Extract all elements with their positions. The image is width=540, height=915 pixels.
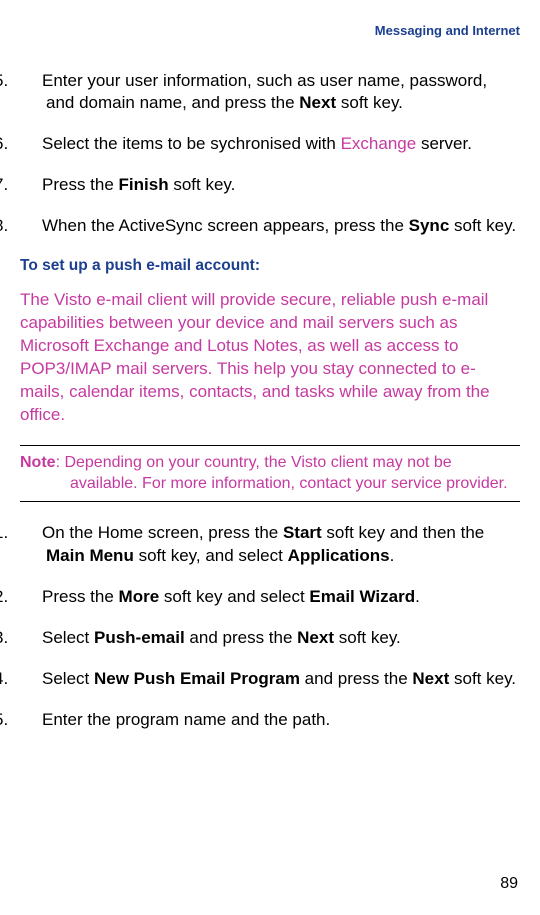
step-text: soft key. — [449, 669, 516, 688]
step-bold: Applications — [288, 546, 390, 565]
step-bold: Main Menu — [46, 546, 134, 565]
step-text: soft key. — [169, 175, 236, 194]
header-title: Messaging and Internet — [375, 23, 520, 38]
step-number: 8. — [20, 215, 42, 238]
step-bold: New Push Email Program — [94, 669, 300, 688]
step-text: Select the items to be sychronised with — [42, 134, 341, 153]
step-bold: Sync — [409, 216, 450, 235]
step-number: 4. — [20, 668, 42, 691]
step-text: Enter your user information, such as use… — [42, 71, 487, 113]
step-bold: Next — [412, 669, 449, 688]
step-bold: Next — [299, 93, 336, 112]
intro-paragraph: The Visto e-mail client will provide sec… — [20, 289, 520, 427]
step-text: Enter the program name and the path. — [42, 710, 330, 729]
step-bold: Start — [283, 523, 322, 542]
step-bold: More — [119, 587, 160, 606]
step-text: Press the — [42, 587, 119, 606]
page-header: Messaging and Internet — [20, 22, 520, 40]
step-text: soft key. — [336, 93, 403, 112]
step-text: soft key, and select — [134, 546, 288, 565]
step-text: . — [415, 587, 420, 606]
step-item: 1.On the Home screen, press the Start so… — [20, 522, 520, 568]
step-text: soft key and select — [159, 587, 309, 606]
step-number: 1. — [20, 522, 42, 545]
step-item: 5.Enter your user information, such as u… — [20, 70, 520, 116]
steps-list-b: 1.On the Home screen, press the Start so… — [20, 522, 520, 732]
page-number: 89 — [500, 873, 518, 895]
step-item: 7.Press the Finish soft key. — [20, 174, 520, 197]
step-text: Select — [42, 628, 94, 647]
steps-list-a: 5.Enter your user information, such as u… — [20, 70, 520, 239]
step-number: 3. — [20, 627, 42, 650]
step-bold: Push-email — [94, 628, 185, 647]
step-text: server. — [416, 134, 472, 153]
note-body: : Depending on your country, the Visto c… — [56, 454, 508, 493]
step-number: 5. — [20, 709, 42, 732]
step-text: . — [390, 546, 395, 565]
step-text: On the Home screen, press the — [42, 523, 283, 542]
step-text: soft key and then the — [322, 523, 485, 542]
step-number: 2. — [20, 586, 42, 609]
step-item: 5.Enter the program name and the path. — [20, 709, 520, 732]
step-bold: Email Wizard — [309, 587, 415, 606]
step-number: 7. — [20, 174, 42, 197]
step-item: 6.Select the items to be sychronised wit… — [20, 133, 520, 156]
step-text: When the ActiveSync screen appears, pres… — [42, 216, 409, 235]
step-bold: Finish — [119, 175, 169, 194]
document-page: Messaging and Internet 5.Enter your user… — [0, 0, 540, 732]
step-link[interactable]: Exchange — [341, 134, 417, 153]
step-text: soft key. — [449, 216, 516, 235]
step-item: 4.Select New Push Email Program and pres… — [20, 668, 520, 691]
step-bold: Next — [297, 628, 334, 647]
note-block: Note: Depending on your country, the Vis… — [20, 445, 520, 502]
step-text: and press the — [300, 669, 412, 688]
step-number: 6. — [20, 133, 42, 156]
section-subhead: To set up a push e-mail account: — [20, 256, 520, 277]
step-item: 8.When the ActiveSync screen appears, pr… — [20, 215, 520, 238]
note-label: Note — [20, 454, 56, 471]
step-text: Press the — [42, 175, 119, 194]
note-content: Note: Depending on your country, the Vis… — [20, 452, 520, 495]
step-text: soft key. — [334, 628, 401, 647]
step-text: and press the — [185, 628, 297, 647]
step-text: Select — [42, 669, 94, 688]
step-item: 3.Select Push-email and press the Next s… — [20, 627, 520, 650]
step-number: 5. — [20, 70, 42, 93]
step-item: 2.Press the More soft key and select Ema… — [20, 586, 520, 609]
